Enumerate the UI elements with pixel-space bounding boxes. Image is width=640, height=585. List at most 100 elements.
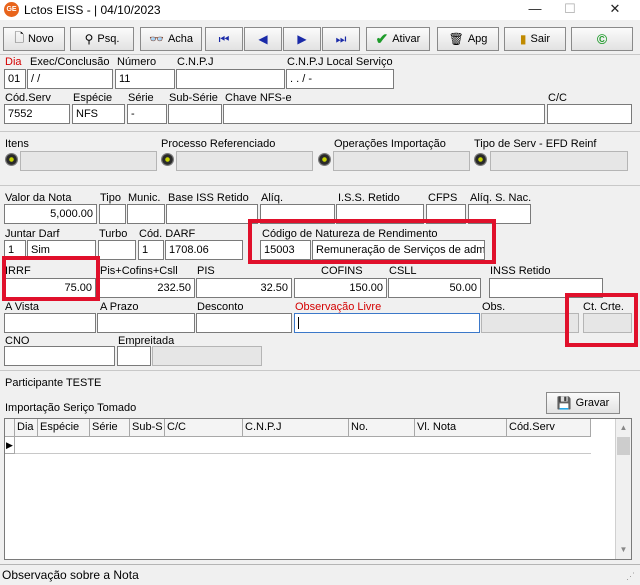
scroll-thumb[interactable] [617, 437, 630, 455]
importacao-label: Importação Seriço Tomado [5, 402, 137, 414]
sub-serie-field[interactable] [168, 104, 222, 124]
novo-button[interactable]: 🗋 Novo [3, 27, 65, 51]
dia-field[interactable]: 01 [4, 69, 26, 89]
grid-col-cc[interactable]: C/C [165, 419, 243, 437]
munic-field[interactable] [127, 204, 165, 224]
aliq-snac-label: Alíq. S. Nac. [470, 192, 532, 204]
a-prazo-label: A Prazo [100, 301, 139, 313]
turbo-field[interactable] [98, 240, 136, 260]
base-iss-field[interactable] [166, 204, 258, 224]
obs-livre-label: Observação Livre [295, 301, 382, 313]
grid-col-cnpj[interactable]: C.N.P.J [243, 419, 349, 437]
acha-button[interactable]: 👓 Acha [140, 27, 202, 51]
psq-button[interactable]: ⚲ Psq. [70, 27, 134, 51]
floppy-disk-icon: 💾 [556, 396, 572, 410]
scroll-down-icon[interactable]: ▼ [617, 542, 630, 557]
serie-label: Série [128, 92, 154, 104]
pis-field[interactable]: 32.50 [196, 278, 292, 298]
maximize-icon[interactable]: ☐ [555, 0, 585, 20]
obs-livre-input[interactable] [294, 313, 480, 333]
cofins-field[interactable]: 150.00 [294, 278, 387, 298]
dia-label: Dia [5, 56, 22, 68]
especie-label: Espécie [73, 92, 113, 104]
pis-cofins-field[interactable]: 232.50 [97, 278, 195, 298]
app-logo-icon: GE [4, 2, 19, 17]
ativar-button[interactable]: ✔ Ativar [366, 27, 430, 51]
ct-crte-highlight-box [565, 293, 638, 347]
tipo-field[interactable] [99, 204, 126, 224]
itens-lookup-icon[interactable] [5, 153, 18, 166]
grid-col-dia[interactable]: Dia [15, 419, 38, 437]
exec-field[interactable]: / / [27, 69, 113, 89]
grid-col-vl-nota[interactable]: Vl. Nota [415, 419, 507, 437]
numero-field[interactable]: 11 [115, 69, 175, 89]
servico-tomado-grid[interactable]: Dia Espécie Série Sub-S C/C C.N.P.J No. … [4, 418, 632, 560]
processo-field[interactable] [176, 151, 313, 171]
cod-darf-num-field[interactable]: 1 [138, 240, 164, 260]
next-icon: ▶ [297, 32, 307, 46]
apg-button[interactable]: 🗑 Apg [437, 27, 499, 51]
prev-icon: ◀ [258, 32, 268, 46]
operacoes-lookup-icon[interactable] [318, 153, 331, 166]
serie-field[interactable]: - [127, 104, 167, 124]
last-record-button[interactable]: ⏭ [322, 27, 360, 51]
grid-col-cod-serv[interactable]: Cód.Serv [507, 419, 591, 437]
cno-field[interactable] [4, 346, 115, 366]
pis-cofins-label: Pis+Cofins+Csll [100, 265, 178, 277]
table-row[interactable] [15, 437, 591, 454]
cnpj-field[interactable] [176, 69, 285, 89]
first-record-button[interactable]: ⏮ [205, 27, 243, 51]
inss-label: INSS Retido [490, 265, 551, 277]
operacoes-label: Operações Importação [334, 138, 446, 150]
cod-darf-field[interactable]: 1708.06 [165, 240, 243, 260]
desconto-field[interactable] [196, 313, 292, 333]
irrf-highlight-box [2, 256, 100, 301]
status-text: Observação sobre a Nota [2, 568, 139, 582]
grid-col-especie[interactable]: Espécie [38, 419, 90, 437]
trash-icon: 🗑 [448, 32, 464, 46]
grid-corner [5, 419, 15, 437]
cc-field[interactable] [547, 104, 632, 124]
cnpj-local-field[interactable]: . . / - [286, 69, 394, 89]
tipo-serv-field[interactable] [490, 151, 628, 171]
empreitada-field[interactable] [152, 346, 262, 366]
csll-field[interactable]: 50.00 [388, 278, 481, 298]
last-icon: ⏭ [335, 31, 347, 46]
valor-nota-field[interactable]: 5,000.00 [4, 204, 97, 224]
grid-col-no[interactable]: No. [349, 419, 415, 437]
cc-label: C/C [548, 92, 567, 104]
a-prazo-field[interactable] [97, 313, 195, 333]
especie-field[interactable]: NFS [72, 104, 125, 124]
next-record-button[interactable]: ▶ [283, 27, 321, 51]
refresh-button[interactable]: © [571, 27, 633, 51]
resize-grip-icon[interactable]: ⋰ [626, 571, 635, 582]
cod-serv-field[interactable]: 7552 [4, 104, 70, 124]
valor-nota-label: Valor da Nota [5, 192, 72, 204]
tipo-serv-lookup-icon[interactable] [474, 153, 487, 166]
gravar-button[interactable]: 💾 Gravar [546, 392, 620, 414]
grid-col-serie[interactable]: Série [90, 419, 130, 437]
toolbar: 🗋 Novo ⚲ Psq. 👓 Acha ⏮ ◀ ▶ ⏭ ✔ Ativar 🗑 Apg ▮… [0, 27, 640, 53]
desconto-label: Desconto [197, 301, 244, 313]
empreitada-code-field[interactable] [117, 346, 151, 366]
sair-button[interactable]: ▮ Sair [504, 27, 566, 51]
a-vista-field[interactable] [4, 313, 96, 333]
vertical-scrollbar[interactable]: ▲ ▼ [615, 419, 631, 559]
aliq-label: Alíq. [261, 192, 284, 204]
chave-field[interactable] [223, 104, 545, 124]
cofins-label: COFINS [321, 265, 363, 277]
prev-record-button[interactable]: ◀ [244, 27, 282, 51]
participante-text: Participante TESTE [5, 377, 102, 389]
separator [0, 370, 640, 371]
scroll-up-icon[interactable]: ▲ [617, 420, 630, 435]
itens-field[interactable] [20, 151, 157, 171]
processo-label: Processo Referenciado [161, 138, 276, 150]
processo-lookup-icon[interactable] [161, 153, 174, 166]
operacoes-field[interactable] [333, 151, 470, 171]
tipo-serv-label: Tipo de Serv - EFD Reinf [474, 138, 597, 150]
grid-col-sub-s[interactable]: Sub-S [130, 419, 165, 437]
close-icon[interactable]: ✕ [600, 0, 630, 20]
psq-label: Psq. [97, 33, 120, 45]
minimize-icon[interactable]: — [520, 0, 550, 20]
tipo-label: Tipo [100, 192, 121, 204]
